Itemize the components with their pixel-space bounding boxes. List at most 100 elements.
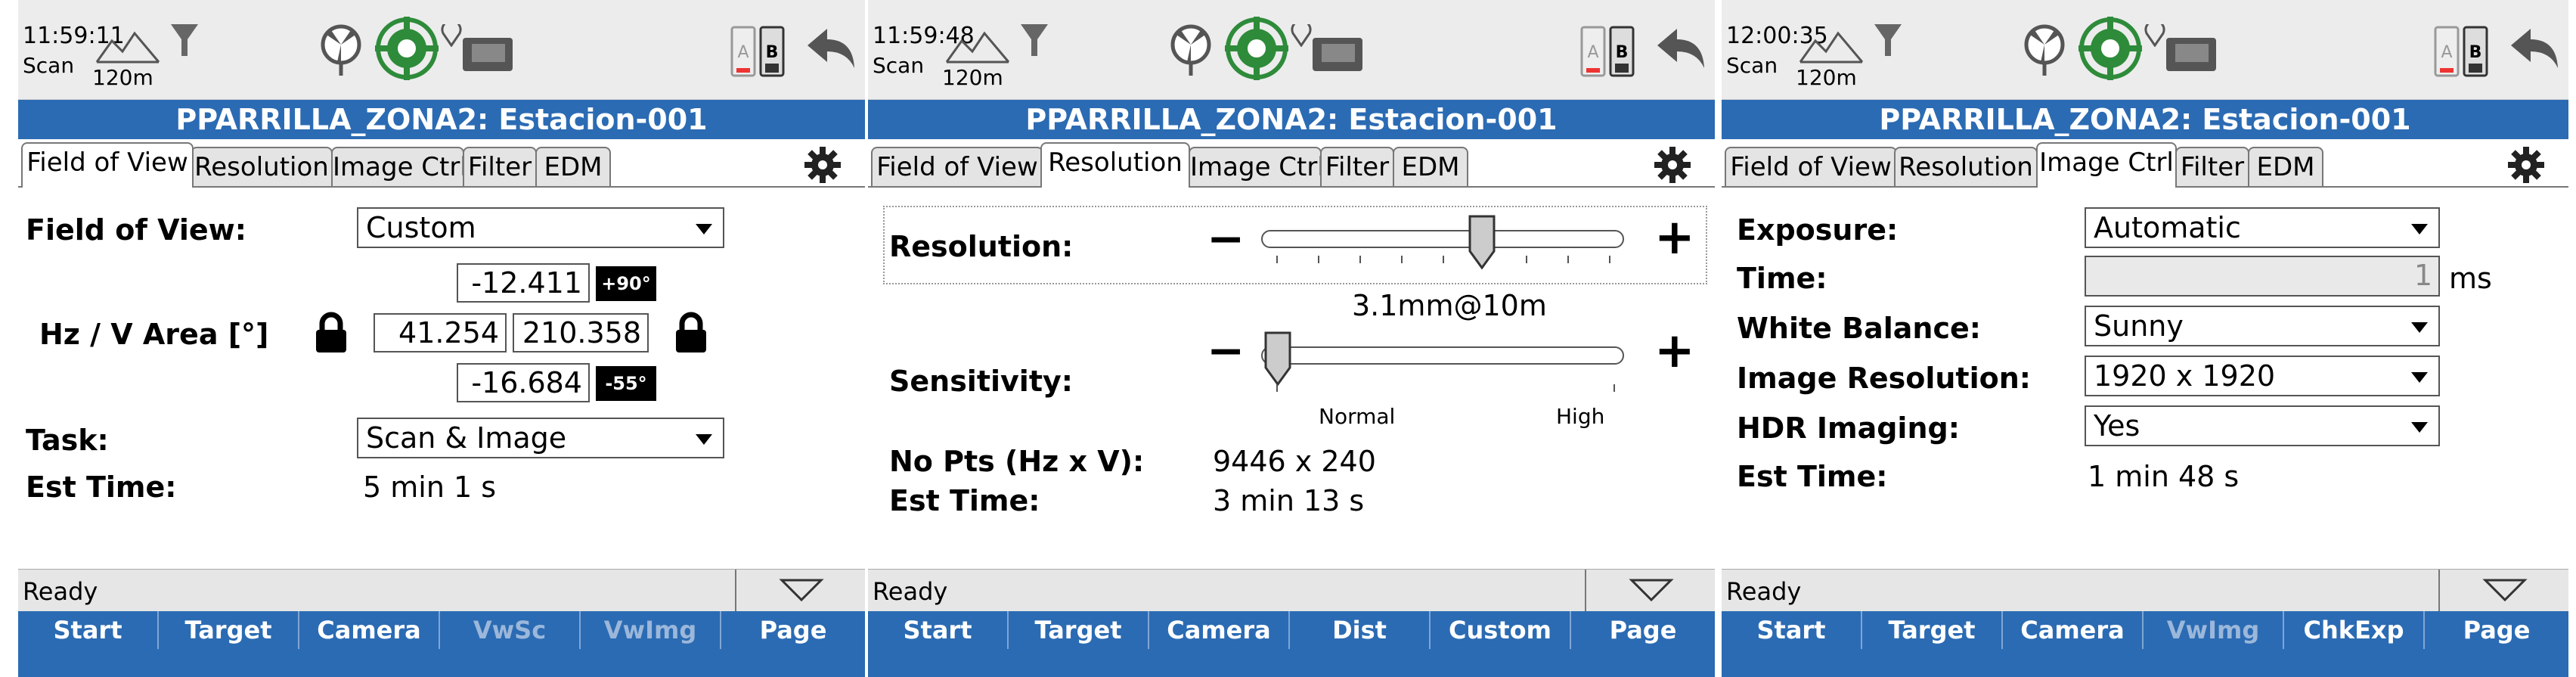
prism-icon: [1170, 24, 1211, 76]
tab-field-of-view[interactable]: Field of View: [871, 147, 1043, 188]
tab-bar: Field of View Resolution Image Ctrl Filt…: [1722, 141, 2568, 188]
screen-image-ctrl: 12:00:35 Scan 120m AB PPARRILLA_ZONA2: E…: [1722, 0, 2568, 677]
est-time-value: 3 min 13 s: [1213, 484, 1365, 517]
tab-field-of-view[interactable]: Field of View: [1725, 147, 1897, 188]
page-button[interactable]: Page: [721, 611, 865, 649]
gear-icon[interactable]: [2508, 147, 2544, 183]
view-scan-button[interactable]: VwSc: [440, 611, 581, 649]
v-top-field[interactable]: -12.411: [457, 263, 590, 303]
page-title: PPARRILLA_ZONA2: Estacion-001: [18, 100, 865, 139]
sensitivity-slider-track[interactable]: [1261, 346, 1624, 365]
exposure-select[interactable]: Automatic: [2085, 207, 2440, 248]
image-resolution-select[interactable]: 1920 x 1920: [2085, 356, 2440, 396]
filter-icon: [171, 24, 198, 56]
est-time-value: 5 min 1 s: [363, 470, 497, 504]
time-label: Time:: [1737, 262, 1827, 295]
lock-icon[interactable]: [315, 312, 348, 354]
resolution-slider-track[interactable]: [1261, 230, 1624, 248]
est-time-label: Est Time:: [889, 484, 1040, 517]
svg-text:B: B: [2469, 43, 2482, 62]
sensitivity-decrease-button[interactable]: −: [1207, 328, 1245, 374]
expand-button[interactable]: [735, 570, 865, 612]
exposure-select-value: Automatic: [2094, 211, 2241, 244]
gear-icon[interactable]: [1654, 147, 1691, 183]
tab-resolution[interactable]: Resolution: [1894, 147, 2038, 188]
fov-select-value: Custom: [366, 211, 476, 244]
sensitivity-increase-button[interactable]: +: [1654, 327, 1695, 375]
tab-filter[interactable]: Filter: [1320, 147, 1394, 188]
tab-filter[interactable]: Filter: [2175, 147, 2249, 188]
hz-right-field[interactable]: 210.358: [513, 313, 649, 352]
target-lock-icon[interactable]: [1223, 15, 1290, 82]
range-label: 120m: [942, 65, 1003, 90]
status-message-bar: Ready: [868, 569, 1715, 612]
start-button[interactable]: Start: [18, 611, 159, 649]
sd-card-icon: [1313, 38, 1362, 71]
location-icon: [441, 24, 462, 47]
resolution-increase-button[interactable]: +: [1654, 213, 1695, 262]
resolution-label: Resolution:: [889, 230, 1074, 263]
view-image-button[interactable]: VwImg: [581, 611, 721, 649]
white-balance-label: White Balance:: [1737, 312, 1981, 345]
function-key-bar: Start Target Camera VwImg ChkExp Page: [1722, 611, 2568, 677]
tab-image-ctrl[interactable]: Image Ctrl: [331, 147, 467, 188]
target-button[interactable]: Target: [159, 611, 299, 649]
prism-icon: [2024, 24, 2065, 76]
status-message-bar: Ready: [18, 569, 865, 612]
lock-icon[interactable]: [674, 312, 708, 354]
fov-select[interactable]: Custom: [357, 207, 724, 248]
tab-edm[interactable]: EDM: [2248, 147, 2323, 188]
page-button[interactable]: Page: [1571, 611, 1715, 649]
tab-edm[interactable]: EDM: [535, 147, 611, 188]
distance-button[interactable]: Dist: [1290, 611, 1431, 649]
start-button[interactable]: Start: [868, 611, 1009, 649]
back-arrow-icon[interactable]: [1654, 26, 1707, 71]
sensitivity-max-label: High: [1556, 404, 1605, 429]
target-lock-icon[interactable]: [374, 15, 440, 82]
sd-card-icon: [2166, 38, 2216, 71]
hz-left-field[interactable]: 41.254: [374, 313, 507, 352]
target-button[interactable]: Target: [1009, 611, 1149, 649]
status-bar: 12:00:35 Scan 120m AB: [1722, 0, 2568, 100]
tab-resolution[interactable]: Resolution: [191, 147, 333, 188]
camera-button[interactable]: Camera: [299, 611, 440, 649]
white-balance-select[interactable]: Sunny: [2085, 306, 2440, 346]
sensitivity-label: Sensitivity:: [889, 365, 1073, 398]
start-button[interactable]: Start: [1722, 611, 1862, 649]
back-arrow-icon[interactable]: [2508, 26, 2561, 71]
tab-field-of-view[interactable]: Field of View: [21, 142, 194, 188]
mode-label: Scan: [873, 53, 925, 78]
camera-button[interactable]: Camera: [2003, 611, 2144, 649]
target-button[interactable]: Target: [1862, 611, 2003, 649]
page-button[interactable]: Page: [2425, 611, 2568, 649]
check-exposure-button[interactable]: ChkExp: [2284, 611, 2425, 649]
camera-button[interactable]: Camera: [1149, 611, 1290, 649]
battery-icon: AB: [2434, 26, 2488, 77]
resolution-slider-thumb[interactable]: [1468, 215, 1496, 269]
target-lock-icon[interactable]: [2077, 15, 2144, 82]
expand-button[interactable]: [2438, 570, 2568, 612]
chevron-down-icon: [2411, 322, 2428, 333]
function-key-bar: Start Target Camera Dist Custom Page: [868, 611, 1715, 677]
tab-image-ctrl[interactable]: Image Ctrl: [1189, 147, 1325, 188]
tab-image-ctrl[interactable]: Image Ctrl: [2036, 142, 2177, 188]
tab-filter[interactable]: Filter: [463, 147, 537, 188]
v-bottom-field[interactable]: -16.684: [457, 363, 590, 402]
sensitivity-slider-thumb[interactable]: [1264, 331, 1291, 386]
back-arrow-icon[interactable]: [804, 26, 857, 71]
view-image-button[interactable]: VwImg: [2144, 611, 2284, 649]
triangle-down-icon: [1629, 579, 1674, 602]
range-label: 120m: [92, 65, 153, 90]
task-select[interactable]: Scan & Image: [357, 418, 724, 458]
tab-resolution[interactable]: Resolution: [1040, 142, 1190, 188]
gear-icon[interactable]: [804, 147, 841, 183]
expand-button[interactable]: [1585, 570, 1715, 612]
location-icon: [2144, 24, 2165, 47]
image-resolution-label: Image Resolution:: [1737, 362, 2031, 395]
tab-edm[interactable]: EDM: [1393, 147, 1468, 188]
battery-icon: AB: [1580, 26, 1635, 77]
custom-button[interactable]: Custom: [1431, 611, 1571, 649]
time-field[interactable]: 1: [2085, 256, 2440, 297]
resolution-decrease-button[interactable]: −: [1207, 216, 1245, 262]
hdr-select[interactable]: Yes: [2085, 405, 2440, 446]
